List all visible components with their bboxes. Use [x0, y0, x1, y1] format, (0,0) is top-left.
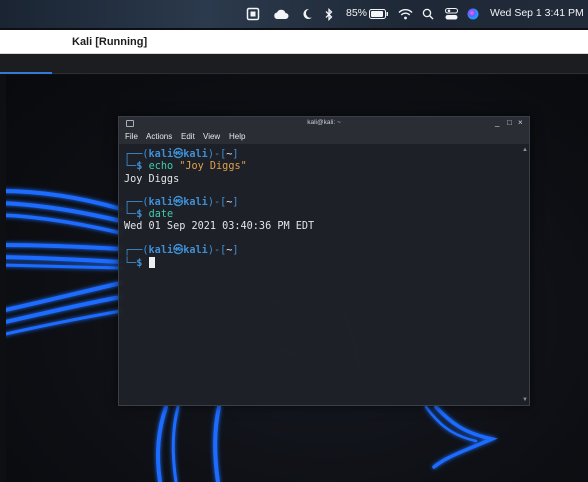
- prompt-user: kali: [148, 149, 174, 160]
- terminal-window[interactable]: kali@kali: ~ _ □ × File Actions Edit Vie…: [118, 116, 530, 406]
- maximize-button[interactable]: □: [507, 118, 512, 127]
- terminal-title: kali@kali: ~: [307, 119, 341, 126]
- prompt-dollar: $: [136, 258, 143, 270]
- prompt-at: ㉿: [173, 196, 184, 208]
- prompt-box: ]: [232, 149, 239, 160]
- scroll-up-arrow-icon[interactable]: ▲: [522, 147, 528, 153]
- prompt-box: ]: [232, 196, 239, 208]
- bluetooth-icon[interactable]: [324, 6, 334, 22]
- control-center-icon[interactable]: [444, 6, 458, 22]
- command-line: └─$ echo "Joy Diggs": [124, 161, 519, 173]
- command-name: echo: [148, 161, 174, 173]
- terminal-scrollbar[interactable]: ▲ ▼: [522, 147, 528, 403]
- stop-app-icon[interactable]: [245, 6, 261, 22]
- vm-window-title: Kali [Running]: [72, 36, 148, 48]
- toolbar-divider: [52, 73, 588, 74]
- moon-icon[interactable]: [301, 6, 313, 22]
- command-output: Joy Diggs: [124, 173, 180, 185]
- prompt-line: ┌──(kali㉿kali)-[~]: [124, 149, 519, 161]
- prompt-line: ┌──(kali㉿kali)-[~]: [124, 245, 519, 257]
- prompt-arrow: └─: [124, 161, 137, 173]
- prompt-arrow: └─: [124, 258, 137, 270]
- menu-file[interactable]: File: [125, 132, 138, 141]
- prompt-host: kali: [183, 244, 208, 256]
- terminal-output[interactable]: ┌──(kali㉿kali)-[~] └─$ echo "Joy Diggs" …: [124, 149, 519, 401]
- prompt-line: ┌──(kali㉿kali)-[~]: [124, 197, 519, 209]
- prompt-user: kali: [148, 244, 174, 256]
- prompt-box: )-[: [207, 244, 227, 256]
- minimize-button[interactable]: _: [495, 118, 499, 127]
- menu-view[interactable]: View: [203, 132, 220, 141]
- prompt-box: ┌──(: [124, 196, 149, 208]
- menu-edit[interactable]: Edit: [181, 132, 195, 141]
- prompt-box: ┌──(: [124, 149, 149, 160]
- cloud-icon[interactable]: [272, 6, 290, 22]
- prompt-at: ㉿: [173, 149, 184, 160]
- search-icon[interactable]: [421, 6, 435, 22]
- command-line: └─$ date: [124, 209, 519, 221]
- command-argument: "Joy Diggs": [179, 161, 247, 173]
- macos-menubar: 85% Wed Sep 1 3:41 PM: [0, 0, 588, 28]
- terminal-menubar: File Actions Edit View Help: [119, 130, 529, 144]
- menu-actions[interactable]: Actions: [146, 132, 172, 141]
- text-cursor: [148, 257, 155, 269]
- prompt-arrow: └─: [124, 209, 137, 221]
- vm-window-toolbar: [0, 54, 588, 74]
- prompt-dollar: $: [136, 209, 143, 221]
- scroll-down-arrow-icon[interactable]: ▼: [522, 397, 528, 403]
- prompt-box: ]: [232, 244, 239, 256]
- prompt-host: kali: [183, 149, 208, 160]
- prompt-at: ㉿: [173, 244, 184, 256]
- menu-help[interactable]: Help: [229, 132, 245, 141]
- prompt-user: kali: [148, 196, 174, 208]
- prompt-dollar: $: [136, 161, 143, 173]
- toolbar-accent: [0, 72, 52, 74]
- vm-window-titlebar[interactable]: Kali [Running]: [0, 30, 588, 54]
- menubar-clock[interactable]: Wed Sep 1 3:41 PM: [490, 7, 584, 19]
- wifi-icon[interactable]: [396, 6, 414, 22]
- command-name: date: [148, 209, 174, 221]
- prompt-host: kali: [183, 196, 208, 208]
- close-button[interactable]: ×: [518, 118, 523, 127]
- battery-percent: 85%: [346, 7, 368, 19]
- battery-icon[interactable]: [368, 6, 390, 22]
- command-output: Wed 01 Sep 2021 03:40:36 PM EDT: [124, 221, 315, 233]
- prompt-box: ┌──(: [124, 244, 149, 256]
- siri-icon[interactable]: [466, 6, 480, 22]
- prompt-box: )-[: [207, 196, 227, 208]
- terminal-titlebar[interactable]: kali@kali: ~ _ □ ×: [119, 117, 529, 130]
- active-command-line[interactable]: └─$: [124, 257, 519, 269]
- prompt-box: )-[: [207, 149, 227, 160]
